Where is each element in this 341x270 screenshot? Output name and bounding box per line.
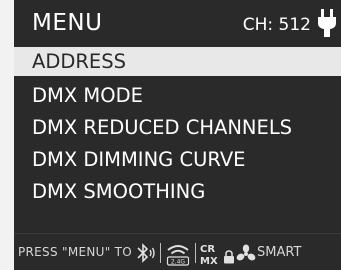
fan-icon xyxy=(236,244,256,261)
status-bar: PRESS "MENU" TO 2.4G CR MX SMART xyxy=(14,233,341,270)
footer-hint: PRESS "MENU" TO xyxy=(18,245,133,259)
menu-item-dmx-dimming-curve[interactable]: DMX DIMMING CURVE xyxy=(14,145,341,174)
crmx-cr-label: CR xyxy=(200,244,215,255)
menu-item-address[interactable]: ADDRESS xyxy=(14,47,341,76)
menu-item-dmx-smoothing[interactable]: DMX SMOOTHING xyxy=(14,177,341,206)
menu-item-dmx-reduced-channels[interactable]: DMX REDUCED CHANNELS xyxy=(14,113,341,142)
wifi-band-label: 2.4G xyxy=(171,259,186,266)
menu-item-dmx-mode[interactable]: DMX MODE xyxy=(14,81,341,110)
lock-icon xyxy=(224,250,234,264)
crmx-icon: CR MX xyxy=(200,244,218,267)
smart-label: SMART xyxy=(257,245,302,260)
footer-divider xyxy=(160,243,161,263)
channel-indicator: CH: 512 xyxy=(242,15,311,35)
wifi-icon: 2.4G xyxy=(166,245,190,266)
crmx-mx-label: MX xyxy=(200,256,218,267)
menu-title: MENU xyxy=(32,10,103,36)
header: MENU CH: 512 xyxy=(14,0,341,45)
plug-icon xyxy=(318,9,336,37)
device-screen: MENU CH: 512 ADDRESS DMX MODE DMX REDUCE… xyxy=(14,0,341,270)
bluetooth-icon xyxy=(137,243,155,263)
footer-divider xyxy=(195,243,196,263)
